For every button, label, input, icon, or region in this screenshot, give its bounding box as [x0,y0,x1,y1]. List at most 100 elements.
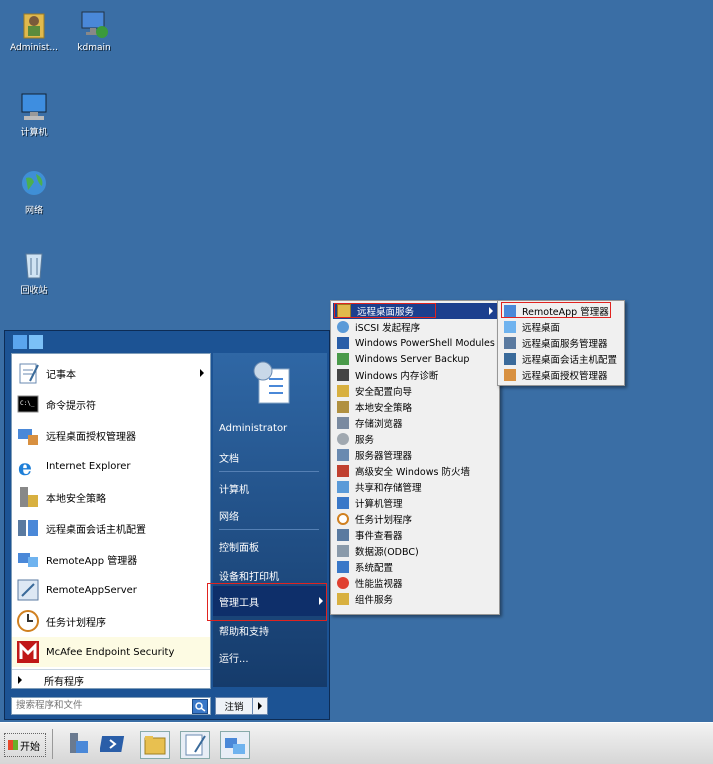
start-button[interactable]: 开始 [4,733,46,757]
explorer-folder-icon[interactable] [140,731,170,759]
menu-item-powershell-modules[interactable]: Windows PowerShell Modules [333,335,495,351]
place-help-support[interactable]: 帮助和支持 [219,623,269,638]
menu-item-server-manager[interactable]: 服务器管理器 [333,447,412,463]
place-computer[interactable]: 计算机 [219,481,249,496]
performance-monitor-icon [337,577,349,589]
menu-item-rd-licensing-manager[interactable]: 远程桌面授权管理器 [500,367,608,383]
start-menu-places-panel: Administrator 文档 计算机 网络 控制面板 设备和打印机 管理工具… [213,353,327,687]
rd-session-host-icon [504,353,516,365]
menu-item-label: 数据源(ODBC) [355,547,419,558]
menu-item-remote-desktop[interactable]: 远程桌面 [500,319,560,335]
mcafee-icon [16,640,40,664]
computer-icon [18,90,50,122]
desktop-icon-kdmain[interactable]: kdmain [62,8,126,53]
menu-item-event-viewer[interactable]: 事件查看器 [333,527,403,543]
menu-item-iscsi[interactable]: iSCSI 发起程序 [333,319,420,335]
logoff-label: 注销 [224,702,244,713]
desktop-icon-recycle-bin[interactable]: 回收站 [2,248,66,296]
desktop-icon-label: 计算机 [20,128,48,138]
logoff-button[interactable]: 注销 [215,697,253,715]
start-item-local-security[interactable]: 本地安全策略 [12,482,210,512]
menu-item-storage-explorer[interactable]: 存储浏览器 [333,415,403,431]
menu-item-component-services[interactable]: 组件服务 [333,591,393,607]
menu-item-label: 组件服务 [355,595,394,606]
place-devices-printers[interactable]: 设备和打印机 [219,568,279,583]
menu-item-task-scheduler[interactable]: 任务计划程序 [333,511,412,527]
submenu-arrow-icon [200,369,204,377]
svg-text:e: e [18,455,32,478]
start-item-rd-licensing[interactable]: 远程桌面授权管理器 [12,420,210,450]
user-picture-icon [249,359,297,407]
menu-item-odbc[interactable]: 数据源(ODBC) [333,543,419,559]
place-network[interactable]: 网络 [219,508,239,523]
desktop-icon-administrator[interactable]: Administ... [2,8,66,53]
menu-item-services[interactable]: 服务 [333,431,374,447]
menu-item-label: 系统配置 [355,563,394,574]
notepad-icon[interactable] [180,731,210,759]
menu-item-firewall[interactable]: 高级安全 Windows 防火墙 [333,463,470,479]
storage-icon [337,417,349,429]
menu-item-label: Windows 内存诊断 [355,371,439,382]
menu-item-label: 共享和存储管理 [355,483,422,494]
menu-item-memory-diagnostic[interactable]: Windows 内存诊断 [333,367,438,383]
start-menu-top-icon [11,333,45,351]
user-folder-icon [18,8,50,40]
gear-icon [337,433,349,445]
remoteappserver-icon [16,578,40,602]
search-icon[interactable] [192,699,208,714]
desktop-icon-network[interactable]: 网络 [2,168,66,216]
backup-icon [337,353,349,365]
menu-item-rd-session-host-config[interactable]: 远程桌面会话主机配置 [500,351,617,367]
divider [12,669,210,670]
menu-item-rds-manager[interactable]: 远程桌面服务管理器 [500,335,608,351]
menu-item-label: Windows Server Backup [355,353,470,365]
start-item-remoteappserver[interactable]: RemoteAppServer [12,575,210,605]
triangle-right-icon [18,676,22,684]
computer-management-icon [337,497,349,509]
annotation-box-admin-tools [207,583,327,621]
place-control-panel[interactable]: 控制面板 [219,539,259,554]
menu-item-msconfig[interactable]: 系统配置 [333,559,393,575]
start-item-label: Internet Explorer [46,460,131,472]
admin-tools-submenu: 远程桌面服务 iSCSI 发起程序 Windows PowerShell Mod… [330,300,500,615]
all-programs-button[interactable]: 所有程序 [12,672,210,688]
server-manager-icon[interactable] [62,731,90,757]
start-item-mcafee[interactable]: McAfee Endpoint Security [12,637,210,667]
desktop-icon-label: 网络 [24,206,43,216]
start-item-label: McAfee Endpoint Security [46,646,175,658]
annotation-box-rds [334,303,436,318]
start-item-label: 本地安全策略 [46,493,106,505]
menu-item-server-backup[interactable]: Windows Server Backup [333,351,469,367]
menu-item-label: 高级安全 Windows 防火墙 [355,467,470,478]
start-item-cmd[interactable]: C:\_ 命令提示符 [12,389,210,419]
menu-item-label: 服务器管理器 [355,451,413,462]
start-item-remoteapp-manager[interactable]: RemoteApp 管理器 [12,544,210,574]
place-administrator[interactable]: Administrator [219,423,287,434]
desktop-icon-computer[interactable]: 计算机 [2,90,66,138]
menu-item-label: 安全配置向导 [355,387,413,398]
start-item-notepad[interactable]: 记事本 [12,358,210,388]
desktop-icon-label: 回收站 [20,286,48,296]
menu-item-security-wizard[interactable]: 安全配置向导 [333,383,412,399]
start-item-label: 远程桌面会话主机配置 [46,524,146,536]
search-input[interactable] [14,698,188,712]
start-item-ie[interactable]: e Internet Explorer [12,451,210,481]
start-item-rd-session-host[interactable]: 远程桌面会话主机配置 [12,513,210,543]
menu-item-local-security[interactable]: 本地安全策略 [333,399,412,415]
start-item-label: RemoteAppServer [46,584,137,596]
search-box[interactable] [11,697,211,715]
start-item-task-scheduler[interactable]: 任务计划程序 [12,606,210,636]
divider [219,529,319,530]
start-item-label: 命令提示符 [46,400,96,412]
rds-manager-icon [504,337,516,349]
taskbar: 开始 [0,722,713,764]
menu-item-computer-management[interactable]: 计算机管理 [333,495,403,511]
menu-item-label: 服务 [355,435,375,446]
shutdown-options-button[interactable] [252,697,268,715]
menu-item-share-storage[interactable]: 共享和存储管理 [333,479,422,495]
place-documents[interactable]: 文档 [219,450,239,465]
powershell-icon[interactable] [99,731,128,757]
menu-item-perfmon[interactable]: 性能监视器 [333,575,403,591]
network-icon[interactable] [220,731,250,759]
place-run[interactable]: 运行... [219,650,249,665]
